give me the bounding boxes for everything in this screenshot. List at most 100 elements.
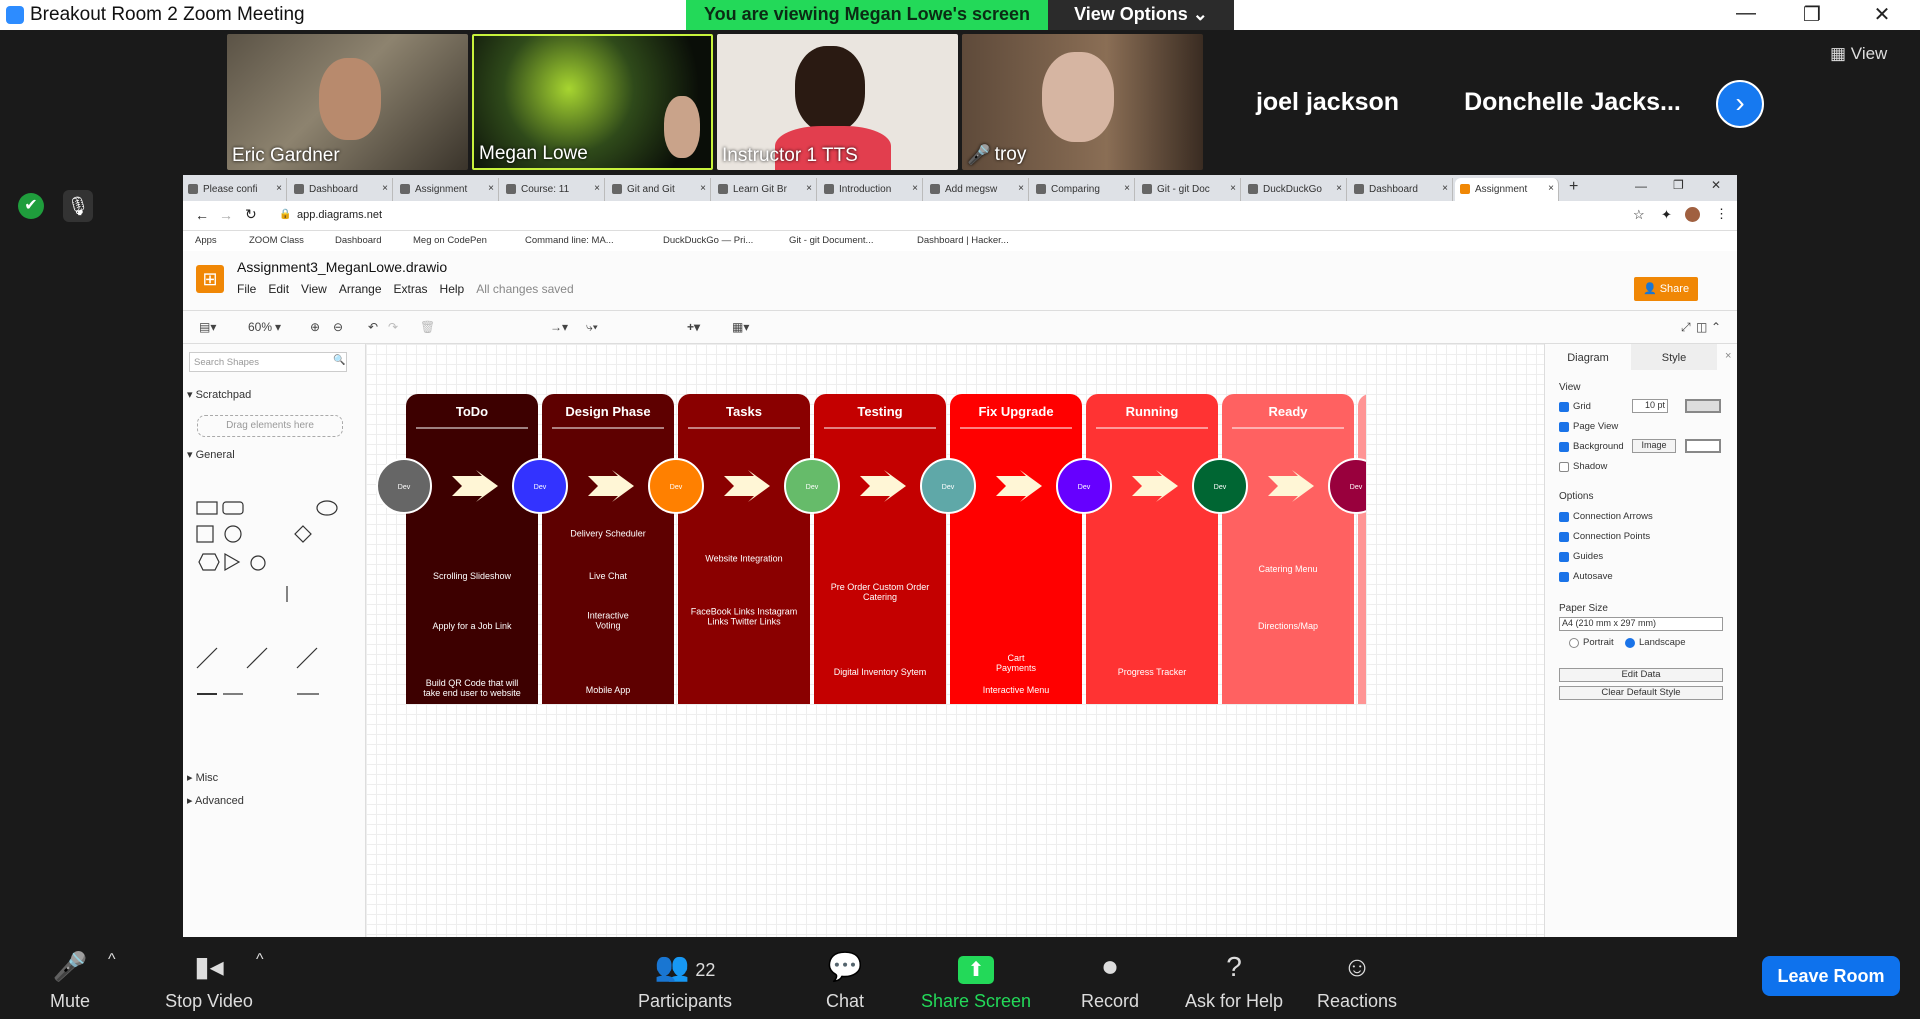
name-tile[interactable]: Donchelle Jacks... [1452,34,1693,170]
kanban-column[interactable] [1222,394,1354,704]
guides-checkbox[interactable]: Guides [1559,551,1603,562]
portrait-radio[interactable]: Portrait [1569,637,1614,648]
dev-node-label[interactable]: Dev [1214,484,1227,491]
next-page-button[interactable]: › [1716,80,1764,128]
close-tab-icon[interactable]: × [594,183,600,194]
background-checkbox[interactable]: Background [1559,441,1624,452]
kanban-card-text[interactable]: Catering Menu [1258,564,1317,574]
menu-extras[interactable]: Extras [394,282,428,296]
browser-tab[interactable]: Introduction × [819,178,923,201]
forward-icon[interactable]: → [219,207,233,223]
kanban-card-text[interactable]: Apply for a Job Link [432,621,512,631]
dev-node-label[interactable]: Dev [1078,484,1091,491]
image-button[interactable]: Image [1632,439,1676,453]
close-tab-icon[interactable]: × [912,183,918,194]
video-tile[interactable]: Eric Gardner [227,34,468,170]
delete-icon[interactable]: 🗑 [420,320,435,334]
background-color-swatch[interactable] [1685,439,1721,453]
kanban-card-text[interactable]: Build QR Code that will take end user to … [423,678,521,698]
kanban-card-text[interactable]: Scrolling Slideshow [433,571,512,581]
tab-style[interactable]: Style [1631,344,1717,370]
search-shapes-input[interactable]: Search Shapes [189,352,347,372]
kanban-column[interactable] [678,394,810,704]
paper-size-select[interactable]: A4 (210 mm x 297 mm) [1559,617,1723,631]
kanban-column[interactable] [814,394,946,704]
connection-arrows-checkbox[interactable]: Connection Arrows [1559,511,1653,522]
column-title[interactable]: Running [1126,404,1179,419]
browser-tab[interactable]: Learn Git Br × [713,178,817,201]
close-tab-icon[interactable]: × [488,183,494,194]
column-title[interactable]: Testing [857,404,902,419]
extensions-icon[interactable]: ✦ [1661,207,1672,223]
grid-color-swatch[interactable] [1685,399,1721,413]
misc-section-header[interactable]: ▸ Misc [187,771,218,784]
dev-node-label[interactable]: Dev [806,484,819,491]
menu-view[interactable]: View [301,282,327,296]
general-section-header[interactable]: ▾ General [187,448,235,461]
browser-tab[interactable]: Dashboard × [1349,178,1453,201]
column-title[interactable]: Design Phase [565,404,650,419]
table-icon[interactable]: ▦▾ [732,320,749,334]
column-title[interactable]: Ready [1268,404,1308,419]
fullscreen-icon[interactable]: ⤢ [1681,320,1691,335]
browser-tab[interactable]: Git - git Doc × [1137,178,1241,201]
diagram-canvas[interactable]: ToDo Dev Design Phase Dev Tasks Dev Testing Dev… [366,344,1547,937]
column-title[interactable]: ToDo [456,404,488,419]
bookmark-item[interactable]: Git - git Document... [789,235,873,246]
restore-button[interactable]: ❐ [1792,2,1832,28]
kanban-column[interactable] [542,394,674,704]
insert-icon[interactable]: +▾ [687,320,700,334]
close-button[interactable]: ✕ [1862,2,1902,28]
bookmark-apps[interactable]: Apps [195,235,217,246]
general-shapes-palette[interactable] [195,498,345,708]
collapse-icon[interactable]: ⌃ [1711,320,1721,334]
format-panel-toggle-icon[interactable]: ▤▾ [199,320,216,334]
share-screen-button[interactable]: ⬆ Share Screen [916,937,1036,1019]
bookmark-item[interactable]: Dashboard | Hacker... [917,235,1009,246]
browser-tab[interactable]: Please confi × [183,178,287,201]
menu-dots-icon[interactable]: ⋮ [1715,206,1728,222]
close-tab-icon[interactable]: × [1442,183,1448,194]
browser-tab[interactable]: Dashboard × [289,178,393,201]
kanban-column[interactable] [1086,394,1218,704]
page-view-checkbox[interactable]: Page View [1559,421,1618,432]
video-tile[interactable]: Instructor 1 TTS [717,34,958,170]
microphone-icon[interactable]: 🎙 [63,190,93,222]
video-tile-active-speaker[interactable]: Megan Lowe [472,34,713,170]
redo-icon[interactable]: ↷ [388,320,398,334]
record-button[interactable]: ⏺ Record [1070,937,1150,1019]
share-button[interactable]: 👤 Share [1634,277,1698,301]
view-options-button[interactable]: View Options ⌄ [1048,0,1234,30]
advanced-section-header[interactable]: ▸ Advanced [187,794,244,807]
browser-tab[interactable]: Add megsw × [925,178,1029,201]
close-panel-icon[interactable]: × [1725,350,1731,362]
edit-data-button[interactable]: Edit Data [1559,668,1723,682]
close-tab-icon[interactable]: × [700,183,706,194]
kanban-card-text[interactable]: Mobile App [586,685,631,695]
close-tab-icon[interactable]: × [276,183,282,194]
minimize-button[interactable]: — [1726,2,1766,28]
grid-size-input[interactable]: 10 pt [1632,399,1668,413]
zoom-level-select[interactable]: 60% [248,320,272,334]
shadow-checkbox[interactable]: Shadow [1559,461,1607,472]
column-title[interactable]: Tasks [726,404,762,419]
close-tab-icon[interactable]: × [1230,183,1236,194]
dev-node-label[interactable]: Dev [534,484,547,491]
video-tile[interactable]: 🎤 troy [962,34,1203,170]
mute-button[interactable]: 🎤 Mute [30,937,110,1019]
new-tab-icon[interactable]: + [1569,178,1578,196]
close-tab-icon[interactable]: × [1336,183,1342,194]
column-title[interactable]: Fix Upgrade [978,404,1053,419]
video-options-chevron-icon[interactable]: ^ [256,951,264,969]
dev-node-label[interactable]: Dev [942,484,955,491]
kanban-card-text[interactable]: Delivery Scheduler [570,528,646,538]
menu-arrange[interactable]: Arrange [339,282,382,296]
browser-tab[interactable]: Git and Git × [607,178,711,201]
kanban-card-text[interactable]: Progress Tracker [1118,667,1187,677]
kanban-diagram[interactable]: ToDo Dev Design Phase Dev Tasks Dev Testing Dev… [366,344,1366,704]
dev-node-label[interactable]: Dev [1350,484,1363,491]
participants-button[interactable]: 👥 22 Participants [630,937,740,1019]
kanban-column[interactable] [406,394,538,704]
menu-file[interactable]: File [237,282,256,296]
close-tab-icon[interactable]: × [1124,183,1130,194]
